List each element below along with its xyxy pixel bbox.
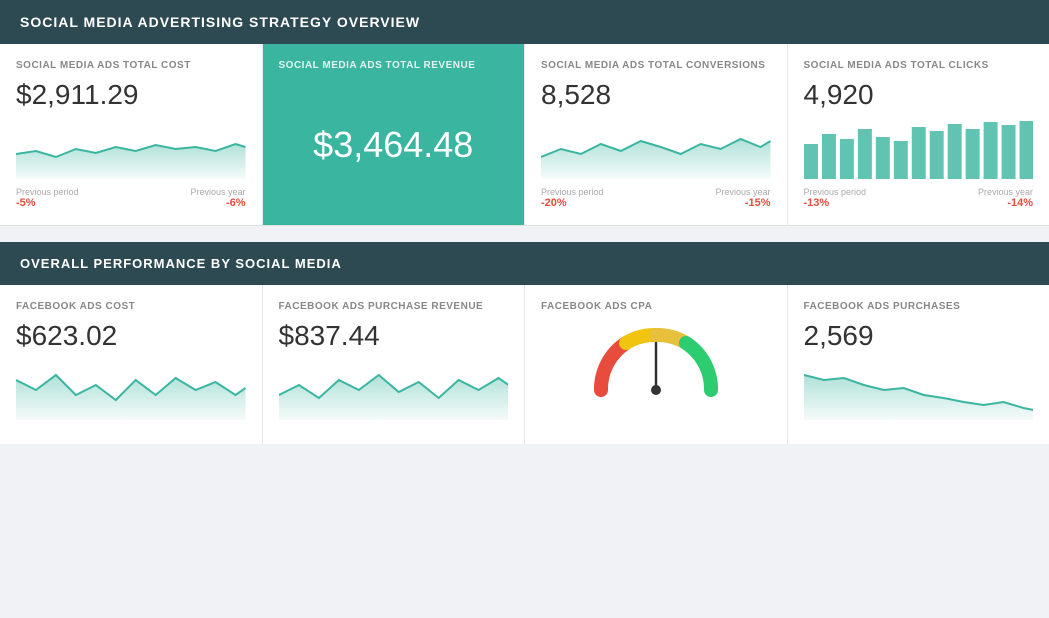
prev-year-value-1: -6% (226, 197, 246, 209)
card-total-conversions-comparison: Previous period -20% Previous year -15% (541, 187, 771, 209)
card-fb-cost-label: FACEBOOK ADS COST (16, 301, 246, 312)
card-fb-revenue-label: FACEBOOK ADS PURCHASE REVENUE (279, 301, 509, 312)
prev-year-label-1: Previous year (190, 187, 245, 197)
card-total-revenue: SOCIAL MEDIA ADS TOTAL REVENUE $3,464.48 (263, 44, 526, 225)
page-title: SOCIAL MEDIA ADVERTISING STRATEGY OVERVI… (0, 0, 1049, 44)
card-fb-purchases-label: FACEBOOK ADS PURCHASES (804, 301, 1034, 312)
card-fb-cpa: FACEBOOK ADS CPA (525, 285, 788, 444)
card-total-conversions-label: SOCIAL MEDIA ADS TOTAL CONVERSIONS (541, 60, 771, 71)
card-fb-purchases-value: 2,569 (804, 320, 1034, 352)
card-fb-cost-value: $623.02 (16, 320, 246, 352)
prev-period-label-1: Previous period (16, 187, 79, 197)
prev-period-value-4: -13% (804, 197, 830, 209)
top-cards-row: SOCIAL MEDIA ADS TOTAL COST $2,911.29 (0, 44, 1049, 226)
prev-period-value-1: -5% (16, 197, 36, 209)
card-total-revenue-label: SOCIAL MEDIA ADS TOTAL REVENUE (279, 60, 509, 71)
card-total-cost-chart (16, 119, 246, 179)
card-total-conversions-value: 8,528 (541, 79, 771, 111)
card-fb-cpa-label: FACEBOOK ADS CPA (541, 301, 771, 312)
card-total-cost-comparison: Previous period -5% Previous year -6% (16, 187, 246, 209)
card-total-clicks-chart (804, 119, 1034, 179)
card-fb-revenue-value: $837.44 (279, 320, 509, 352)
prev-period-value-3: -20% (541, 197, 567, 209)
card-total-conversions: SOCIAL MEDIA ADS TOTAL CONVERSIONS 8,528 (525, 44, 788, 225)
card-total-cost-value: $2,911.29 (16, 79, 246, 111)
card-fb-revenue: FACEBOOK ADS PURCHASE REVENUE $837.44 (263, 285, 526, 444)
card-total-cost: SOCIAL MEDIA ADS TOTAL COST $2,911.29 (0, 44, 263, 225)
bottom-cards-row: FACEBOOK ADS COST $623.02 (0, 285, 1049, 444)
card-total-clicks-comparison: Previous period -13% Previous year -14% (804, 187, 1034, 209)
bottom-section: OVERALL PERFORMANCE BY SOCIAL MEDIA FACE… (0, 234, 1049, 444)
prev-year-label-3: Previous year (715, 187, 770, 197)
card-total-clicks-value: 4,920 (804, 79, 1034, 111)
card-fb-purchases-chart (804, 360, 1034, 420)
gauge-chart (541, 320, 771, 400)
card-fb-cost-chart (16, 360, 246, 420)
prev-year-value-3: -15% (745, 197, 771, 209)
card-total-conversions-chart (541, 119, 771, 179)
card-total-clicks: SOCIAL MEDIA ADS TOTAL CLICKS 4,920 (788, 44, 1049, 225)
card-total-revenue-value: $3,464.48 (313, 124, 473, 166)
card-fb-purchases: FACEBOOK ADS PURCHASES 2,569 (788, 285, 1049, 444)
card-fb-cost: FACEBOOK ADS COST $623.02 (0, 285, 263, 444)
prev-year-value-4: -14% (1007, 197, 1033, 209)
card-total-clicks-label: SOCIAL MEDIA ADS TOTAL CLICKS (804, 60, 1034, 71)
prev-year-label-4: Previous year (978, 187, 1033, 197)
prev-period-label-3: Previous period (541, 187, 604, 197)
section2-header: OVERALL PERFORMANCE BY SOCIAL MEDIA (0, 242, 1049, 285)
prev-period-label-4: Previous period (804, 187, 867, 197)
card-total-cost-label: SOCIAL MEDIA ADS TOTAL COST (16, 60, 246, 71)
card-fb-revenue-chart (279, 360, 509, 420)
